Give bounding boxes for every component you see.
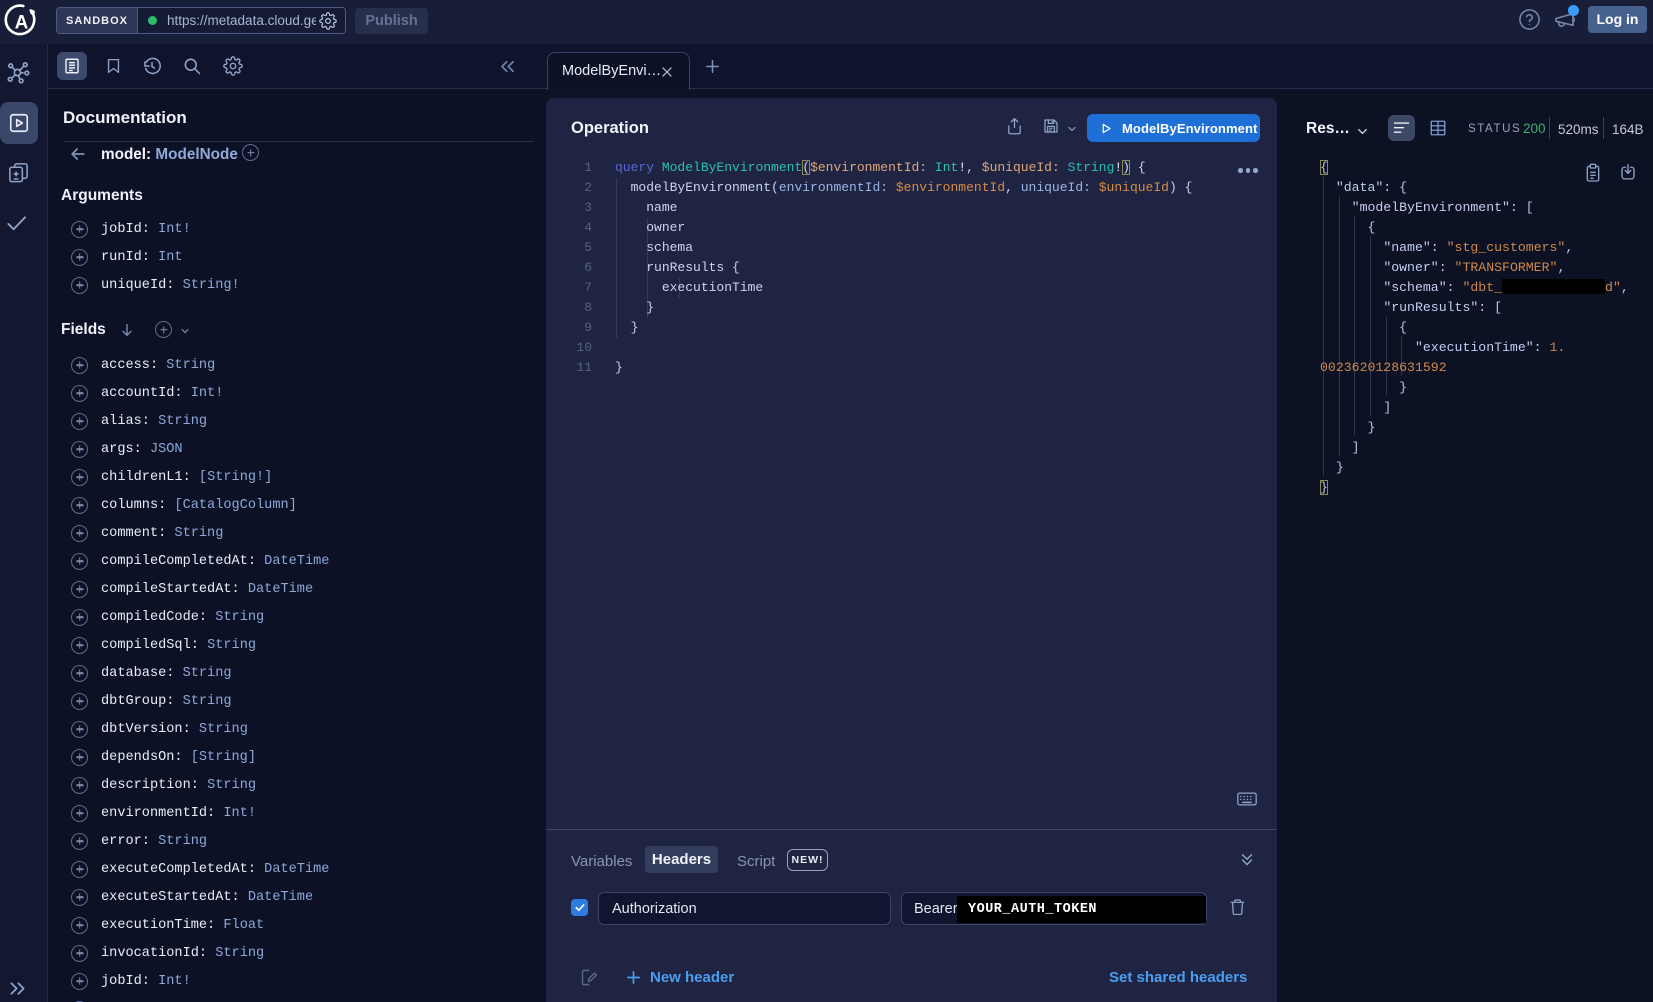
svg-text:A: A <box>15 13 29 34</box>
